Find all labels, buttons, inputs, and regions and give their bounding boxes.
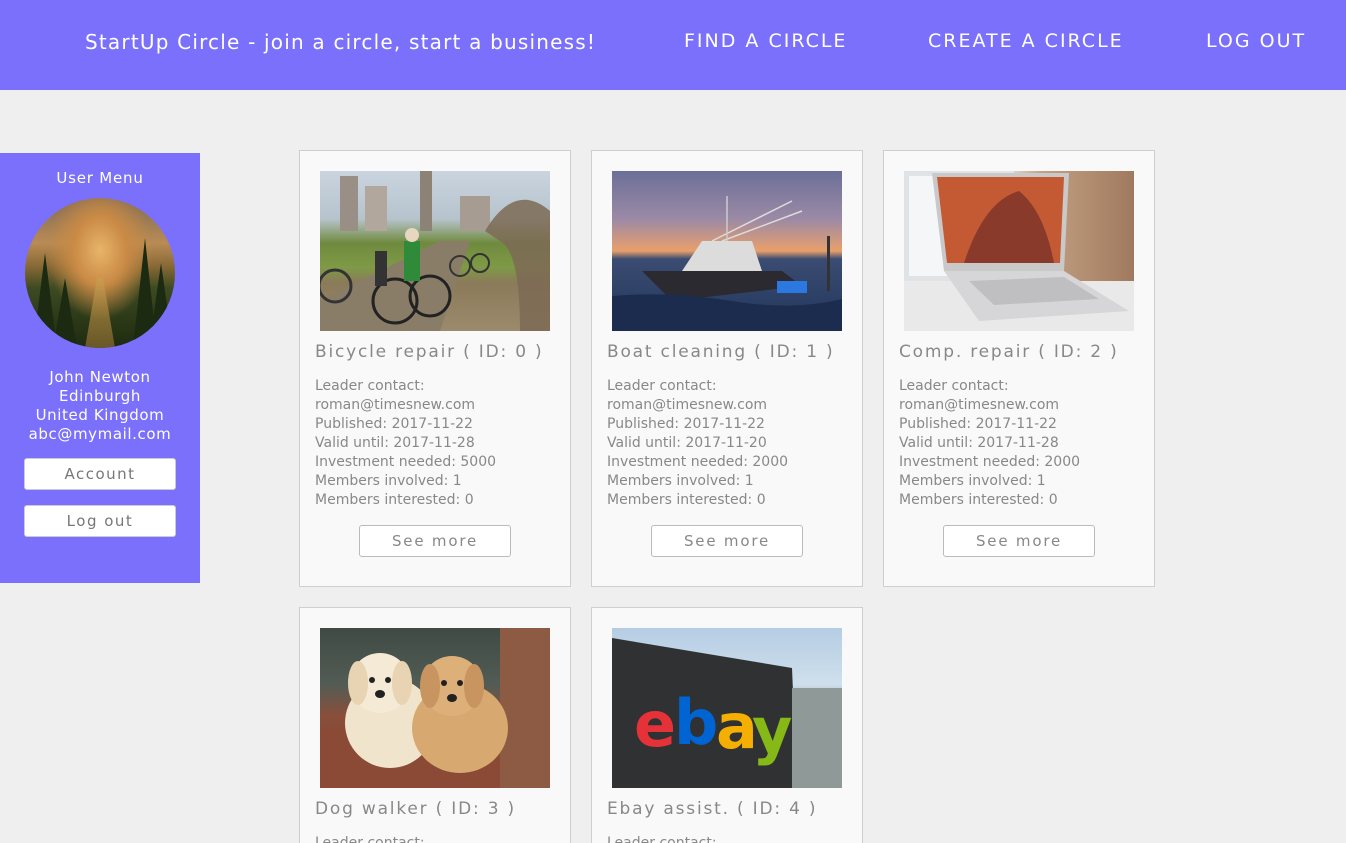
user-name: John Newton <box>49 368 151 386</box>
nav-find-circle[interactable]: FIND A CIRCLE <box>684 30 847 52</box>
members-involved: Members involved: 1 <box>899 473 1046 489</box>
members-interested: Members interested: 0 <box>607 492 766 508</box>
investment-needed: Investment needed: 2000 <box>899 454 1081 470</box>
circle-card: Comp. repair ( ID: 2 ) Leader contact: r… <box>883 150 1155 587</box>
user-menu-title: User Menu <box>56 169 144 187</box>
account-button[interactable]: Account <box>24 458 176 490</box>
path-shape <box>85 278 115 348</box>
brand-title[interactable]: StartUp Circle - join a circle, start a … <box>85 30 596 54</box>
leader-contact-label: Leader contact: <box>315 378 425 394</box>
user-city: Edinburgh <box>58 387 142 405</box>
circle-title[interactable]: Dog walker ( ID: 3 ) <box>315 799 516 819</box>
members-interested: Members interested: 0 <box>899 492 1058 508</box>
circle-details: Leader contact: <box>607 834 717 843</box>
circle-card: Boat cleaning ( ID: 1 ) Leader contact: … <box>591 150 863 587</box>
tree-shape <box>149 263 173 348</box>
log-out-button[interactable]: Log out <box>24 505 176 537</box>
published-date: Published: 2017-11-22 <box>315 416 473 432</box>
see-more-button[interactable]: See more <box>359 525 511 557</box>
leader-contact-label: Leader contact: <box>315 835 425 843</box>
nav-log-out[interactable]: LOG OUT <box>1206 30 1306 52</box>
boat-photo <box>612 171 842 331</box>
published-date: Published: 2017-11-22 <box>899 416 1057 432</box>
ebay-logo-letter-e: e <box>634 688 676 761</box>
members-interested: Members interested: 0 <box>315 492 474 508</box>
circle-card: e b a y Ebay assist. ( ID: 4 ) Leader co… <box>591 607 863 843</box>
circle-details: Leader contact: roman@timesnew.com Publi… <box>899 377 1080 510</box>
user-menu-panel: User Menu John Newton Edinburgh United K… <box>0 153 200 583</box>
top-nav-bar: StartUp Circle - join a circle, start a … <box>0 0 1346 90</box>
leader-email: roman@timesnew.com <box>607 397 768 413</box>
ebay-logo-letter-b: b <box>674 686 718 759</box>
circle-card: Dog walker ( ID: 3 ) Leader contact: <box>299 607 571 843</box>
see-more-button[interactable]: See more <box>651 525 803 557</box>
circle-details: Leader contact: roman@timesnew.com Publi… <box>315 377 496 510</box>
circle-title[interactable]: Bicycle repair ( ID: 0 ) <box>315 342 543 362</box>
nav-create-circle[interactable]: CREATE A CIRCLE <box>928 30 1124 52</box>
leader-contact-label: Leader contact: <box>607 378 717 394</box>
members-involved: Members involved: 1 <box>607 473 754 489</box>
ebay-logo-letter-y: y <box>752 694 792 767</box>
user-email: abc@mymail.com <box>28 425 172 443</box>
leader-email: roman@timesnew.com <box>315 397 476 413</box>
investment-needed: Investment needed: 5000 <box>315 454 497 470</box>
circle-title[interactable]: Comp. repair ( ID: 2 ) <box>899 342 1119 362</box>
leader-email: roman@timesnew.com <box>899 397 1060 413</box>
valid-until-date: Valid until: 2017-11-20 <box>607 435 767 451</box>
see-more-button[interactable]: See more <box>943 525 1095 557</box>
avatar <box>25 198 175 348</box>
published-date: Published: 2017-11-22 <box>607 416 765 432</box>
circle-title[interactable]: Boat cleaning ( ID: 1 ) <box>607 342 835 362</box>
puppies-photo <box>320 628 550 788</box>
circle-title[interactable]: Ebay assist. ( ID: 4 ) <box>607 799 817 819</box>
leader-contact-label: Leader contact: <box>899 378 1009 394</box>
circle-details: Leader contact: <box>315 834 425 843</box>
members-involved: Members involved: 1 <box>315 473 462 489</box>
ebay-sign-photo: e b a y <box>612 628 842 788</box>
tree-shape <box>53 278 77 348</box>
valid-until-date: Valid until: 2017-11-28 <box>315 435 475 451</box>
leader-contact-label: Leader contact: <box>607 835 717 843</box>
valid-until-date: Valid until: 2017-11-28 <box>899 435 1059 451</box>
laptop-photo <box>904 171 1134 331</box>
cyclists-photo <box>320 171 550 331</box>
user-country: United Kingdom <box>35 406 165 424</box>
circle-card: Bicycle repair ( ID: 0 ) Leader contact:… <box>299 150 571 587</box>
investment-needed: Investment needed: 2000 <box>607 454 789 470</box>
circle-details: Leader contact: roman@timesnew.com Publi… <box>607 377 788 510</box>
